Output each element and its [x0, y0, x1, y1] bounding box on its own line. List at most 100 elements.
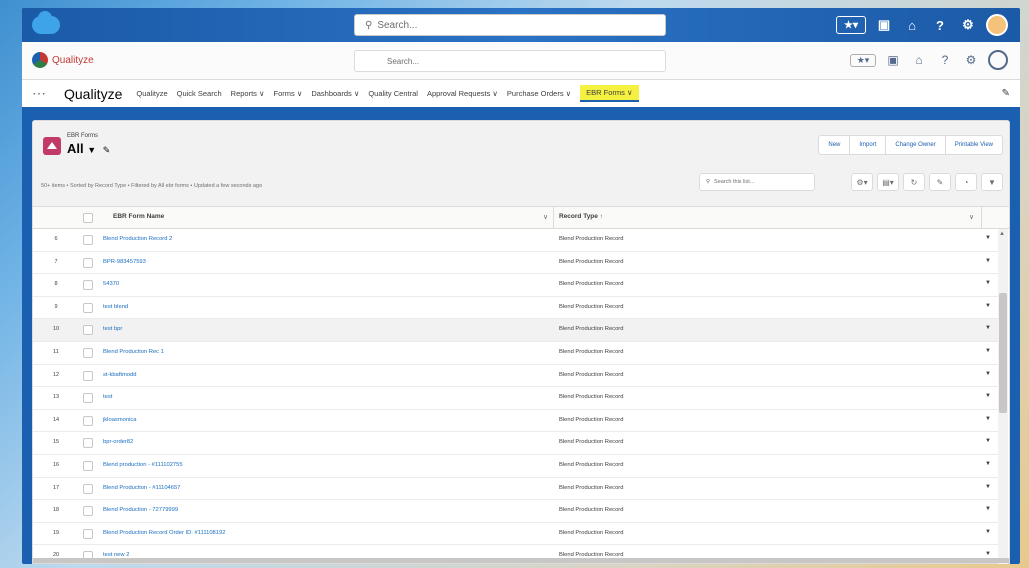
- chart-icon[interactable]: ◔: [955, 173, 977, 191]
- list-search-input[interactable]: ⚲ Search this list...: [699, 173, 815, 191]
- import-button[interactable]: Import: [849, 135, 887, 155]
- edit-nav-pencil-icon[interactable]: ✎: [1002, 88, 1010, 99]
- edit-list-pencil-icon[interactable]: ✎: [929, 173, 951, 191]
- add-icon[interactable]: ▣: [884, 53, 902, 67]
- row-checkbox[interactable]: [83, 235, 93, 245]
- ebr-form-name-link[interactable]: test bpr: [103, 326, 122, 332]
- row-checkbox[interactable]: [83, 370, 93, 381]
- avatar[interactable]: [986, 14, 1008, 36]
- printable-view-button[interactable]: Printable View: [944, 135, 1003, 155]
- qualityze-logo[interactable]: Qualityze: [32, 52, 94, 68]
- ebr-form-name-link[interactable]: test blend: [103, 304, 128, 310]
- row-checkbox[interactable]: [83, 528, 93, 539]
- scrollbar-thumb[interactable]: [999, 293, 1007, 413]
- row-actions-chevron-icon[interactable]: ▼: [985, 551, 991, 557]
- nav-item-quick-search[interactable]: Quick Search: [177, 89, 222, 98]
- row-actions-chevron-icon[interactable]: ▼: [985, 303, 991, 309]
- select-all-checkbox[interactable]: [83, 213, 93, 223]
- table-row[interactable]: 18 Blend Production - 72779999 Blend Produ…: [33, 500, 1001, 523]
- row-actions-chevron-icon[interactable]: ▼: [985, 348, 991, 354]
- ebr-form-name-link[interactable]: Blend production - #111102755: [103, 462, 183, 468]
- table-row[interactable]: 6 Blend Production Record 2 Blend Producti…: [33, 229, 1001, 252]
- row-checkbox[interactable]: [83, 325, 93, 336]
- refresh-icon[interactable]: ↻: [903, 173, 925, 191]
- ebr-form-name-link[interactable]: Blend Production - #11104657: [103, 485, 180, 491]
- app-launcher-icon[interactable]: ⋯: [32, 85, 56, 102]
- favorites-star-icon[interactable]: ★▾: [850, 53, 876, 67]
- display-as-table-icon[interactable]: ▤▾: [877, 173, 899, 191]
- table-row[interactable]: 19 Blend Production Record Order ID: #111…: [33, 523, 1001, 546]
- column-divider[interactable]: [553, 207, 554, 229]
- add-icon[interactable]: ▣: [874, 15, 894, 35]
- ebr-form-name-link[interactable]: jkloasmonica: [103, 417, 137, 423]
- column-divider[interactable]: [981, 207, 982, 229]
- favorites-star-icon[interactable]: ★▾: [836, 16, 866, 34]
- ebr-form-name-link[interactable]: test: [103, 394, 112, 400]
- table-row[interactable]: 11 Blend Production Rec 1 Blend Production…: [33, 342, 1001, 365]
- column-menu-chevron-icon[interactable]: ∨: [969, 213, 974, 221]
- table-row[interactable]: 12 st-kbaftmodd Blend Production Record ▼: [33, 365, 1001, 388]
- column-menu-chevron-icon[interactable]: ∨: [543, 213, 548, 221]
- ebr-form-name-link[interactable]: st-kbaftmodd: [103, 372, 137, 378]
- list-view-selector[interactable]: All ▼ ✎: [67, 141, 110, 156]
- nav-item-reports[interactable]: Reports ∨: [231, 89, 265, 98]
- help-icon[interactable]: ?: [936, 53, 954, 67]
- horizontal-scrollbar[interactable]: [33, 558, 1009, 563]
- table-row[interactable]: 10 test bpr Blend Production Record ▼: [33, 319, 1001, 342]
- ebr-form-name-link[interactable]: Blend Production Record 2: [103, 236, 172, 242]
- nav-item-ebr-forms[interactable]: EBR Forms ∨: [580, 85, 639, 102]
- table-row[interactable]: 15 bpr-order82 Blend Production Record ▼: [33, 432, 1001, 455]
- row-checkbox[interactable]: [83, 302, 93, 313]
- table-row[interactable]: 8 54370 Blend Production Record ▼: [33, 274, 1001, 297]
- gear-icon[interactable]: ⚙: [962, 53, 980, 67]
- row-checkbox[interactable]: [83, 438, 93, 449]
- table-row[interactable]: 16 Blend production - #111102755 Blend Pro…: [33, 455, 1001, 478]
- row-checkbox[interactable]: [83, 257, 93, 268]
- column-header-ebr-form-name[interactable]: EBR Form Name: [113, 213, 164, 220]
- row-actions-chevron-icon[interactable]: ▼: [985, 393, 991, 399]
- row-actions-chevron-icon[interactable]: ▼: [985, 484, 991, 490]
- row-actions-chevron-icon[interactable]: ▼: [985, 258, 991, 264]
- table-row[interactable]: 9 test blend Blend Production Record ▼: [33, 297, 1001, 320]
- help-icon[interactable]: ?: [930, 15, 950, 35]
- filter-icon[interactable]: ▼: [981, 173, 1003, 191]
- row-actions-chevron-icon[interactable]: ▼: [985, 529, 991, 535]
- salesforce-cloud-icon[interactable]: [32, 11, 60, 34]
- ebr-form-name-link[interactable]: Blend Production - 72779999: [103, 507, 178, 513]
- pin-icon[interactable]: ✎: [103, 145, 111, 155]
- row-checkbox[interactable]: [83, 460, 93, 471]
- vertical-scrollbar[interactable]: ▲: [998, 229, 1008, 564]
- nav-item-purchase-orders[interactable]: Purchase Orders ∨: [507, 89, 571, 98]
- table-row[interactable]: 13 test Blend Production Record ▼: [33, 387, 1001, 410]
- row-actions-chevron-icon[interactable]: ▼: [985, 461, 991, 467]
- ebr-form-name-link[interactable]: bpr-order82: [103, 439, 133, 445]
- app-search-input[interactable]: Search...: [354, 50, 666, 72]
- row-actions-chevron-icon[interactable]: ▼: [985, 325, 991, 331]
- home-icon[interactable]: ⌂: [910, 53, 928, 67]
- table-row[interactable]: 14 jkloasmonica Blend Production Record ▼: [33, 410, 1001, 433]
- column-header-record-type[interactable]: Record Type ↑: [559, 213, 603, 220]
- gear-icon[interactable]: ⚙: [958, 15, 978, 35]
- row-checkbox[interactable]: [83, 280, 93, 291]
- nav-item-approval-requests[interactable]: Approval Requests ∨: [427, 89, 498, 98]
- row-checkbox[interactable]: [83, 506, 93, 517]
- row-actions-chevron-icon[interactable]: ▼: [985, 438, 991, 444]
- ebr-form-name-link[interactable]: Blend Production Rec 1: [103, 349, 164, 355]
- nav-item-dashboards[interactable]: Dashboards ∨: [311, 89, 359, 98]
- home-icon[interactable]: ⌂: [902, 15, 922, 35]
- new-button[interactable]: New: [818, 135, 851, 155]
- list-settings-gear-icon[interactable]: ⚙▾: [851, 173, 873, 191]
- ebr-form-name-link[interactable]: Blend Production Record Order ID: #11110…: [103, 530, 225, 536]
- row-actions-chevron-icon[interactable]: ▼: [985, 371, 991, 377]
- global-search-input[interactable]: ⚲ Search...: [354, 14, 666, 36]
- ebr-form-name-link[interactable]: 54370: [103, 281, 119, 287]
- row-checkbox[interactable]: [83, 483, 93, 494]
- change-owner-button[interactable]: Change Owner: [885, 135, 946, 155]
- row-checkbox[interactable]: [83, 347, 93, 358]
- row-actions-chevron-icon[interactable]: ▼: [985, 235, 991, 241]
- row-actions-chevron-icon[interactable]: ▼: [985, 416, 991, 422]
- scroll-up-arrow-icon[interactable]: ▲: [999, 231, 1005, 237]
- nav-item-quality-central[interactable]: Quality Central: [368, 89, 418, 98]
- row-checkbox[interactable]: [83, 415, 93, 426]
- ebr-form-name-link[interactable]: BPR-983457593: [103, 259, 146, 265]
